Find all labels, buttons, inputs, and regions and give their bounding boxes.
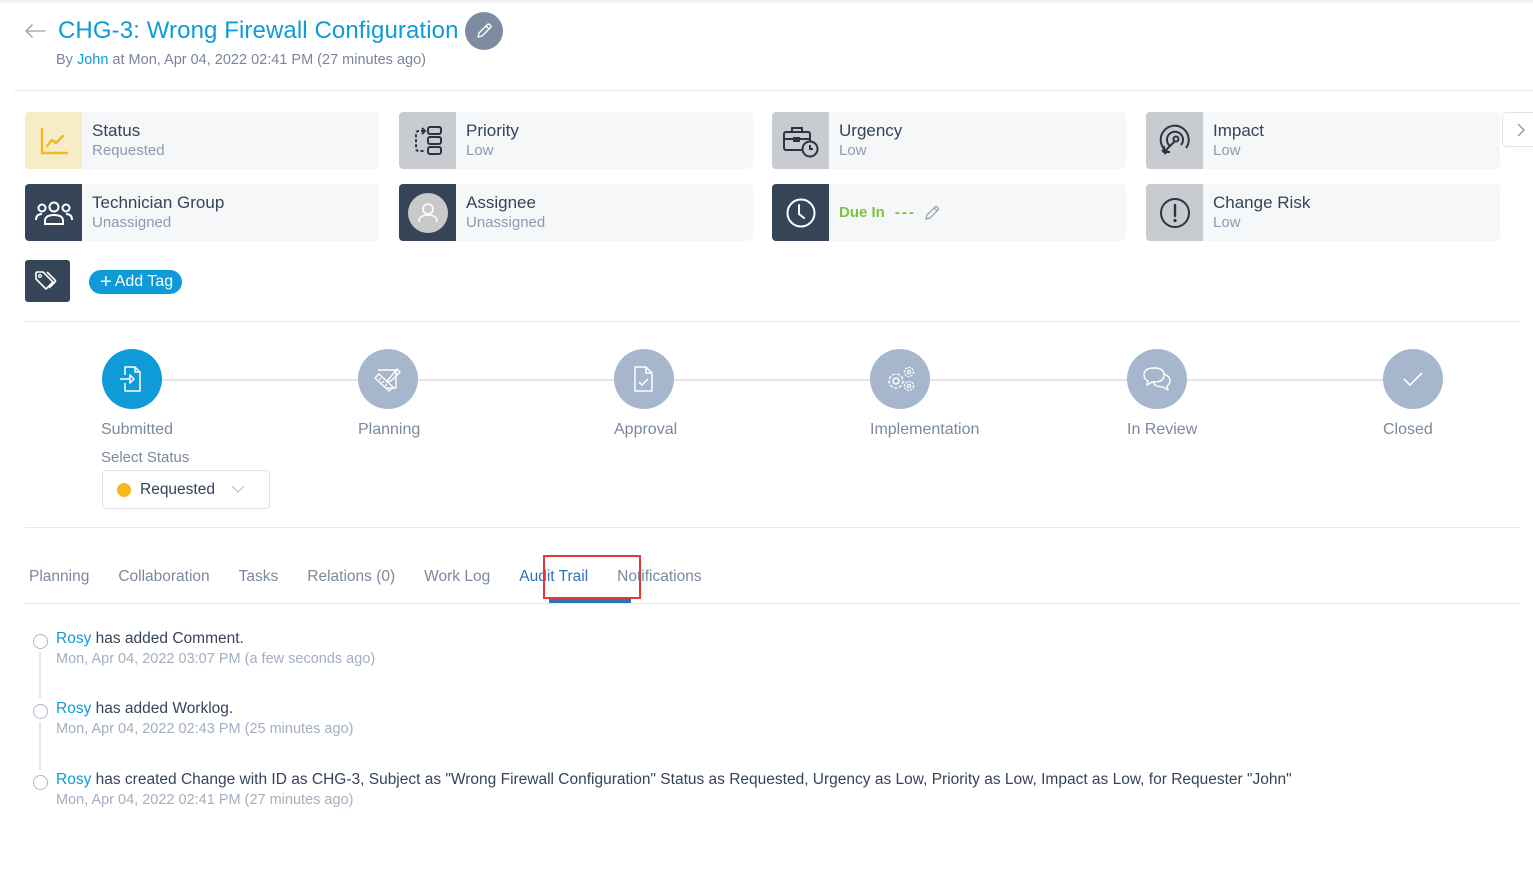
step-label-closed: Closed: [1383, 421, 1433, 438]
creator-link[interactable]: John: [77, 52, 108, 68]
assignee-card[interactable]: Assignee Unassigned: [399, 184, 753, 241]
back-arrow-icon[interactable]: [24, 21, 48, 41]
chat-bubbles-icon[interactable]: [1127, 349, 1187, 409]
audit-action: has added Worklog.: [91, 700, 234, 717]
urgency-label: Urgency: [839, 121, 903, 140]
tabs-divider: [25, 603, 1520, 604]
assignee-value: Unassigned: [466, 214, 546, 231]
gears-icon[interactable]: [870, 349, 930, 409]
step-closed[interactable]: [1383, 349, 1443, 409]
next-cards-button[interactable]: [1502, 112, 1533, 147]
tab-work-log[interactable]: Work Log: [424, 568, 490, 590]
audit-action: has added Comment.: [91, 630, 244, 647]
change-risk-card[interactable]: Change Risk Low: [1146, 184, 1500, 241]
status-select-value: Requested: [140, 480, 215, 498]
add-tag-label: Add Tag: [114, 273, 174, 290]
created-time: at Mon, Apr 04, 2022 02:41 PM (27 minute…: [108, 52, 426, 68]
audit-user-link[interactable]: Rosy: [56, 700, 91, 717]
edit-due-pencil-icon[interactable]: [924, 204, 941, 221]
by-prefix: By: [56, 52, 77, 68]
stepper-track: [132, 379, 1412, 381]
due-card[interactable]: Due In ---: [772, 184, 1126, 241]
highlight-box: [543, 555, 641, 599]
approval-document-icon[interactable]: [614, 349, 674, 409]
impact-label: Impact: [1213, 121, 1265, 140]
plus-icon: +: [100, 271, 112, 293]
due-label: Due In: [839, 204, 885, 221]
alert-circle-icon: [1146, 184, 1203, 241]
priority-flow-icon: [399, 112, 456, 169]
urgency-card[interactable]: Urgency Low: [772, 112, 1126, 169]
audit-timestamp: Mon, Apr 04, 2022 02:43 PM (25 minutes a…: [56, 721, 354, 737]
technician-group-card[interactable]: Technician Group Unassigned: [25, 184, 379, 241]
tab-tasks[interactable]: Tasks: [239, 568, 279, 590]
clock-icon: [772, 184, 829, 241]
tab-relations[interactable]: Relations (0): [307, 568, 395, 590]
page-title: CHG-3: Wrong Firewall Configuration: [58, 17, 459, 44]
divider: [25, 321, 1520, 322]
status-card[interactable]: Status Requested: [25, 112, 379, 169]
timeline-bullet-icon: [33, 775, 48, 790]
page-header: CHG-3: Wrong Firewall Configuration By J…: [22, 12, 503, 68]
impact-value: Low: [1213, 142, 1241, 159]
audit-user-link[interactable]: Rosy: [56, 771, 91, 788]
audit-timestamp: Mon, Apr 04, 2022 02:41 PM (27 minutes a…: [56, 792, 354, 808]
priority-label: Priority: [466, 121, 519, 140]
audit-timestamp: Mon, Apr 04, 2022 03:07 PM (a few second…: [56, 651, 376, 667]
add-tag-button[interactable]: + Add Tag: [89, 270, 183, 294]
checkmark-icon[interactable]: [1383, 349, 1443, 409]
change-risk-value: Low: [1213, 214, 1241, 231]
tags-icon: [25, 260, 70, 302]
status-label: Status: [92, 121, 141, 140]
impact-card[interactable]: Impact Low: [1146, 112, 1500, 169]
step-label-in-review: In Review: [1127, 421, 1198, 438]
tab-planning[interactable]: Planning: [29, 568, 89, 590]
chart-line-icon: [25, 112, 82, 169]
timeline-bullet-icon: [33, 704, 48, 719]
edit-title-button[interactable]: [464, 12, 503, 50]
audit-action: has created Change with ID as CHG-3, Sub…: [91, 771, 1292, 788]
avatar-icon: [399, 184, 456, 241]
chevron-right-icon: [1517, 123, 1525, 136]
pencil-icon: [476, 23, 492, 38]
step-label-implementation: Implementation: [870, 421, 980, 438]
planning-ruler-icon[interactable]: [358, 349, 418, 409]
priority-card[interactable]: Priority Low: [399, 112, 753, 169]
urgency-value: Low: [839, 142, 867, 159]
tab-collaboration[interactable]: Collaboration: [118, 568, 209, 590]
step-implementation[interactable]: [870, 349, 930, 409]
status-select[interactable]: Requested: [102, 470, 270, 509]
divider: [14, 90, 1533, 91]
step-submitted[interactable]: [102, 349, 162, 409]
briefcase-clock-icon: [772, 112, 829, 169]
created-by-line: By John at Mon, Apr 04, 2022 02:41 PM (2…: [56, 52, 503, 68]
target-icon: [1146, 112, 1203, 169]
step-planning[interactable]: [358, 349, 418, 409]
change-risk-label: Change Risk: [1213, 193, 1311, 212]
technician-group-value: Unassigned: [92, 214, 172, 231]
audit-entry: Rosy has added Comment. Mon, Apr 04, 202…: [33, 630, 375, 667]
priority-value: Low: [466, 142, 494, 159]
timeline-bullet-icon: [33, 634, 48, 649]
chevron-down-icon: [231, 485, 245, 494]
status-color-dot: [117, 482, 131, 497]
step-in-review[interactable]: [1127, 349, 1187, 409]
due-value: ---: [894, 204, 916, 221]
users-group-icon: [25, 184, 82, 241]
audit-user-link[interactable]: Rosy: [56, 630, 91, 647]
assignee-label: Assignee: [466, 193, 536, 212]
audit-entry: Rosy has added Worklog. Mon, Apr 04, 202…: [33, 700, 353, 737]
top-shadow: [0, 0, 1533, 4]
divider: [25, 527, 1520, 528]
select-status-label: Select Status: [101, 449, 190, 466]
submit-document-icon[interactable]: [102, 349, 162, 409]
technician-group-label: Technician Group: [92, 193, 225, 212]
step-label-approval: Approval: [614, 421, 678, 438]
status-value: Requested: [92, 142, 165, 159]
step-approval[interactable]: [614, 349, 674, 409]
step-label-submitted: Submitted: [101, 421, 174, 438]
active-tab-indicator: [549, 599, 631, 603]
step-label-planning: Planning: [358, 421, 421, 438]
audit-entry: Rosy has created Change with ID as CHG-3…: [33, 771, 1292, 808]
